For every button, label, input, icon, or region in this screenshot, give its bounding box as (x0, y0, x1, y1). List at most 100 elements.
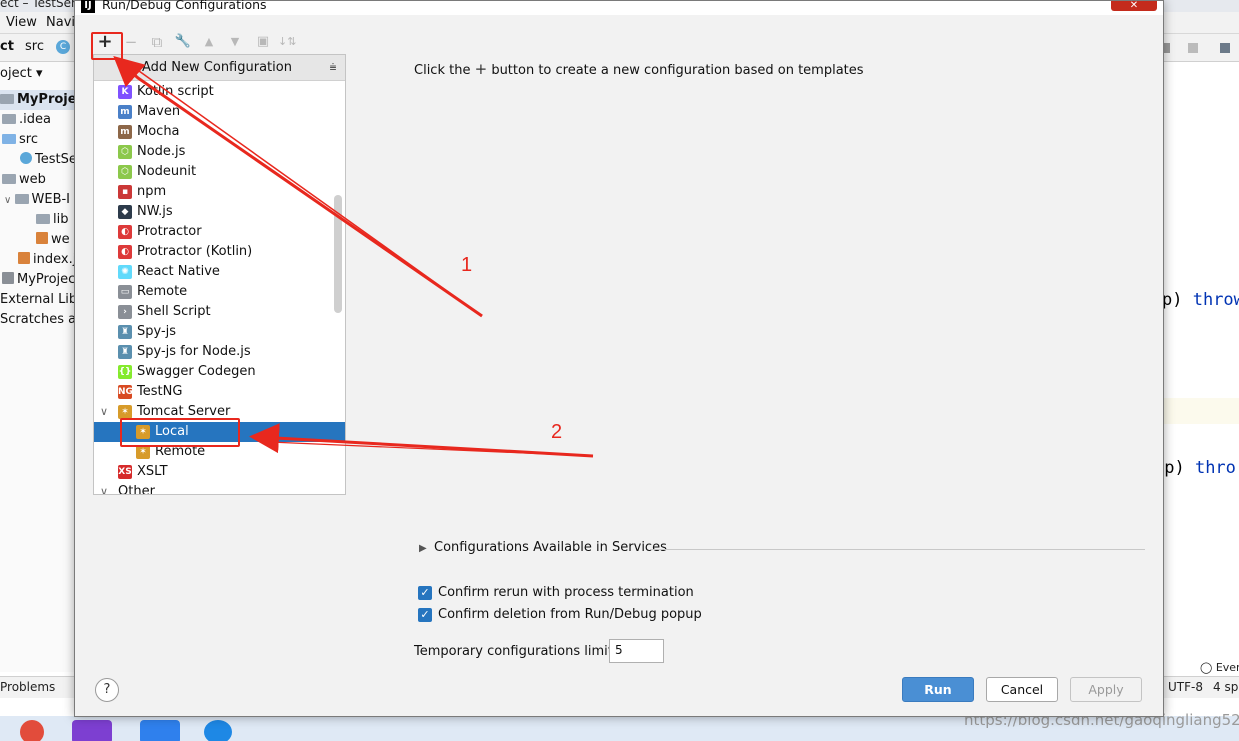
move-down-button[interactable]: ▼ (226, 33, 244, 51)
tree-item-testse[interactable]: TestSe (0, 150, 80, 170)
caret-line-highlight (1161, 398, 1239, 424)
folder-icon[interactable]: ▣ (254, 33, 272, 51)
maven-icon: m (118, 105, 132, 119)
dialog-titlebar: IJ Run/Debug Configurations ✕ (75, 0, 1163, 15)
template-item-other[interactable]: ∨ Other (94, 482, 345, 494)
template-item-kotlin-script[interactable]: K Kotlin script (94, 82, 345, 102)
problems-tab[interactable]: Problems (0, 680, 55, 694)
project-structure-icon[interactable] (1220, 43, 1230, 53)
add-configuration-button[interactable]: + (96, 33, 114, 51)
template-label: Swagger Codegen (137, 364, 256, 379)
code-editor[interactable]: p) throw sp) thro (1154, 62, 1239, 672)
template-item-spy-js-for-node-js[interactable]: ♜ Spy-js for Node.js (94, 342, 345, 362)
checkbox-checked-icon[interactable]: ✓ (418, 586, 432, 600)
copy-configuration-button[interactable]: ⧉ (148, 33, 166, 51)
checkbox-checked-icon[interactable]: ✓ (418, 608, 432, 622)
intellij-icon[interactable] (72, 720, 112, 741)
template-item-node-js[interactable]: ⬡ Node.js (94, 142, 345, 162)
template-label: npm (137, 184, 167, 199)
app-icon[interactable] (140, 720, 180, 741)
services-section-toggle[interactable]: ▶ Configurations Available in Services (419, 540, 1145, 560)
template-item-local[interactable]: ✶ Local (94, 422, 345, 442)
nodejs-icon: ⬡ (118, 145, 132, 159)
divider (651, 549, 1145, 550)
close-icon[interactable]: ✕ (1111, 1, 1157, 11)
template-item-xslt[interactable]: XS XSLT (94, 462, 345, 482)
tree-item-myproject[interactable]: MyProject (0, 90, 80, 110)
remove-configuration-button[interactable]: − (122, 33, 140, 51)
tree-item-index-jsp[interactable]: index.j (0, 250, 80, 270)
help-button[interactable]: ? (95, 678, 119, 702)
tree-item-web[interactable]: web (0, 170, 80, 190)
breadcrumb-src[interactable]: src (25, 39, 44, 54)
template-label: Remote (155, 444, 206, 459)
temp-limit-input[interactable]: 5 (609, 639, 664, 663)
menu-view[interactable]: View (6, 15, 37, 30)
nodeunit-icon: ⬡ (118, 165, 132, 179)
template-item-maven[interactable]: m Maven (94, 102, 345, 122)
run-button[interactable]: Run (902, 677, 974, 702)
tree-item-web-inf[interactable]: ∨ WEB-I (0, 190, 80, 210)
cancel-button[interactable]: Cancel (986, 677, 1058, 702)
react-native-icon: ✺ (118, 265, 132, 279)
template-item-nw-js[interactable]: ◆ NW.js (94, 202, 345, 222)
tree-item-src[interactable]: src (0, 130, 80, 150)
code-line: p) throw (1162, 290, 1239, 310)
event-log-tab[interactable]: ◯ Ever (1200, 661, 1239, 674)
tree-label: MyProject (17, 92, 80, 107)
template-item-testng[interactable]: NG TestNG (94, 382, 345, 402)
template-item-spy-js[interactable]: ♜ Spy-js (94, 322, 345, 342)
chevron-icon[interactable] (1164, 43, 1170, 53)
tree-item-web-xml[interactable]: we (0, 230, 80, 250)
swagger-icon: {} (118, 365, 132, 379)
protractor-icon: ◐ (118, 225, 132, 239)
template-label: Spy-js (137, 324, 177, 339)
template-label: Shell Script (137, 304, 211, 319)
template-item-react-native[interactable]: ✺ React Native (94, 262, 345, 282)
folder-icon (2, 134, 16, 144)
class-icon: C (56, 40, 70, 54)
chevron-down-icon[interactable]: ∨ (100, 402, 108, 422)
template-item-remote[interactable]: ✶ Remote (94, 442, 345, 462)
template-item-mocha[interactable]: m Mocha (94, 122, 345, 142)
module-file-icon (2, 272, 14, 284)
template-item-npm[interactable]: ▪ npm (94, 182, 345, 202)
sort-icon[interactable]: ↓⇅ (278, 33, 296, 51)
collapse-all-icon[interactable]: ⩧ (326, 59, 340, 75)
apply-button[interactable]: Apply (1070, 677, 1142, 702)
wrench-icon[interactable]: 🔧 (174, 33, 192, 51)
chrome-icon[interactable] (20, 720, 44, 741)
project-view-selector[interactable]: oject ▾ (0, 66, 80, 88)
tree-item-lib[interactable]: lib (0, 210, 80, 230)
tree-item-external-libraries[interactable]: External Libr (0, 290, 80, 310)
tree-label: Scratches an (0, 312, 80, 327)
tree-label: External Libr (0, 292, 80, 307)
template-item-swagger-codegen[interactable]: {} Swagger Codegen (94, 362, 345, 382)
template-item-shell-script[interactable]: › Shell Script (94, 302, 345, 322)
template-item-protractor-kotlin[interactable]: ◐ Protractor (Kotlin) (94, 242, 345, 262)
template-label: Local (155, 424, 189, 439)
tree-item-iml[interactable]: MyProjec (0, 270, 80, 290)
tree-item-scratches[interactable]: Scratches an (0, 310, 80, 330)
template-label: Remote (137, 284, 188, 299)
indent-label[interactable]: 4 sp (1213, 680, 1238, 694)
template-item-protractor[interactable]: ◐ Protractor (94, 222, 345, 242)
ide-toolbar-right (1160, 34, 1239, 62)
tomcat-remote-icon: ✶ (136, 445, 150, 459)
template-item-nodeunit[interactable]: ⬡ Nodeunit (94, 162, 345, 182)
protractor-kotlin-icon: ◐ (118, 245, 132, 259)
tree-label: WEB-I (31, 192, 71, 207)
menu-navigate[interactable]: Navi (46, 15, 75, 30)
stop-icon[interactable] (1188, 43, 1198, 53)
move-up-button[interactable]: ▲ (200, 33, 218, 51)
breadcrumb-project[interactable]: ct (0, 39, 14, 54)
chevron-down-icon[interactable]: ∨ (100, 482, 108, 494)
scrollbar-thumb[interactable] (334, 195, 342, 313)
configuration-template-list[interactable]: Add New Configuration ⩧ K Kotlin script m M… (93, 54, 346, 495)
template-item-remote[interactable]: ▭ Remote (94, 282, 345, 302)
encoding-label[interactable]: UTF-8 (1168, 680, 1203, 694)
tree-item-idea[interactable]: .idea (0, 110, 80, 130)
template-item-tomcat-server[interactable]: ∨ ✶ Tomcat Server (94, 402, 345, 422)
expand-arrow-icon: ▶ (419, 543, 427, 554)
app-icon[interactable] (204, 720, 232, 741)
